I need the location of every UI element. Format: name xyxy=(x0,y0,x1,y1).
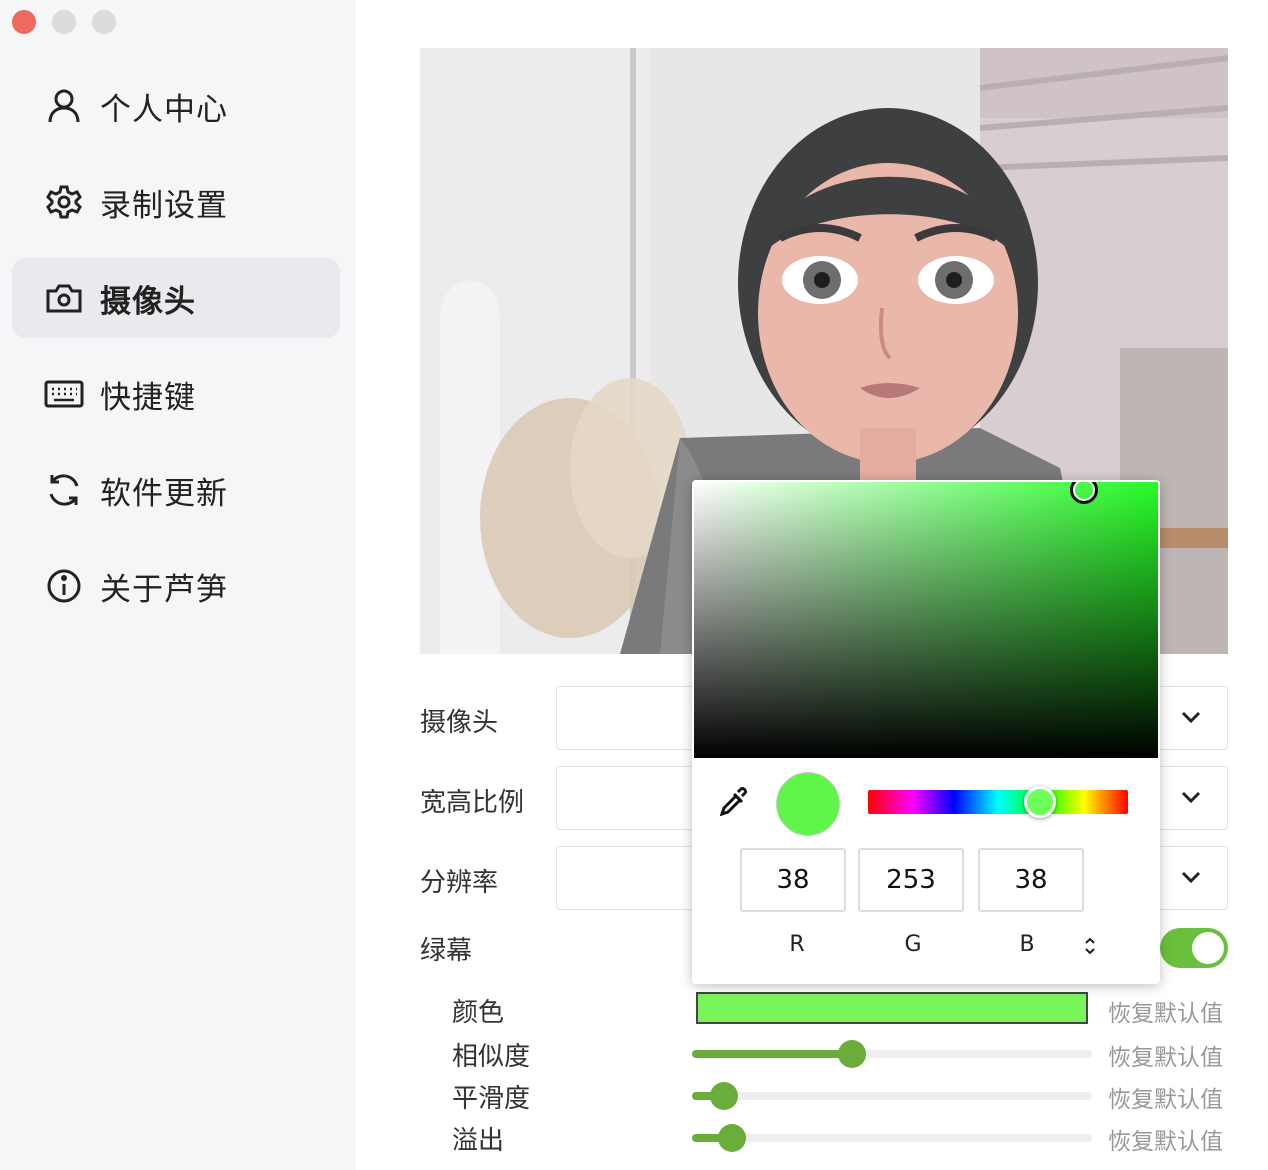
similarity-reset-link[interactable]: 恢复默认值 xyxy=(1108,1038,1223,1072)
keyboard-icon xyxy=(44,374,84,414)
blue-input[interactable]: 38 xyxy=(978,848,1084,912)
sidebar-item-about[interactable]: 关于芦笋 xyxy=(12,546,340,626)
sidebar-item-label: 快捷键 xyxy=(100,379,196,416)
slider-fill xyxy=(692,1050,852,1058)
green-label: G xyxy=(904,932,922,957)
color-picker-popover: 38 253 38 R G B xyxy=(692,480,1160,984)
aspect-ratio-label: 宽高比例 xyxy=(420,788,525,818)
hue-slider-thumb[interactable] xyxy=(1024,786,1056,818)
smoothness-slider[interactable] xyxy=(692,1082,1092,1110)
sidebar-item-shortcuts[interactable]: 快捷键 xyxy=(12,354,340,434)
greenscreen-toggle[interactable] xyxy=(1160,928,1228,968)
sidebar-item-label: 关于芦笋 xyxy=(100,571,228,608)
info-icon xyxy=(44,566,84,606)
spill-slider[interactable] xyxy=(692,1124,1092,1152)
color-reset-link[interactable]: 恢复默认值 xyxy=(1108,994,1223,1028)
spill-label: 溢出 xyxy=(452,1126,505,1156)
value-gradient xyxy=(694,482,1158,758)
minimize-window-button[interactable] xyxy=(52,10,76,34)
switch-format-icon[interactable] xyxy=(1082,936,1098,960)
slider-thumb[interactable] xyxy=(838,1040,866,1068)
blue-label: B xyxy=(1019,932,1035,957)
saturation-value-area[interactable] xyxy=(694,482,1158,758)
green-input[interactable]: 253 xyxy=(858,848,964,912)
camera-label: 摄像头 xyxy=(420,708,499,738)
chevron-down-icon xyxy=(1181,871,1201,884)
gear-icon xyxy=(44,182,84,222)
sidebar-item-profile[interactable]: 个人中心 xyxy=(12,66,340,146)
smoothness-label: 平滑度 xyxy=(452,1084,531,1114)
sidebar-item-software-update[interactable]: 软件更新 xyxy=(12,450,340,530)
red-input[interactable]: 38 xyxy=(740,848,846,912)
resolution-label: 分辨率 xyxy=(420,868,499,898)
sidebar-item-label: 摄像头 xyxy=(100,283,196,320)
similarity-slider[interactable] xyxy=(692,1040,1092,1068)
slider-thumb[interactable] xyxy=(710,1082,738,1110)
spill-reset-link[interactable]: 恢复默认值 xyxy=(1108,1122,1223,1156)
sidebar: 个人中心 录制设置 摄像头 快捷键 软件更新 关于芦笋 xyxy=(0,0,356,1170)
color-label: 颜色 xyxy=(452,998,505,1028)
sidebar-item-recording-settings[interactable]: 录制设置 xyxy=(12,162,340,242)
sidebar-item-label: 软件更新 xyxy=(100,475,228,512)
refresh-icon xyxy=(44,470,84,510)
window-controls xyxy=(12,10,116,34)
current-color-swatch xyxy=(776,772,840,836)
camera-icon xyxy=(44,278,84,318)
hue-slider[interactable] xyxy=(868,790,1128,814)
sidebar-item-camera[interactable]: 摄像头 xyxy=(12,258,340,338)
smoothness-reset-link[interactable]: 恢复默认值 xyxy=(1108,1080,1223,1114)
settings-window: 个人中心 录制设置 摄像头 快捷键 软件更新 关于芦笋 摄像头 宽高比例 分辨率… xyxy=(0,0,1268,1170)
toggle-knob xyxy=(1192,932,1224,964)
eyedropper-icon[interactable] xyxy=(718,786,750,822)
slider-thumb[interactable] xyxy=(718,1124,746,1152)
chevron-down-icon xyxy=(1181,791,1201,804)
sidebar-item-label: 个人中心 xyxy=(100,91,228,128)
chevron-down-icon xyxy=(1181,711,1201,724)
greenscreen-label: 绿幕 xyxy=(420,936,473,966)
close-window-button[interactable] xyxy=(12,10,36,34)
zoom-window-button[interactable] xyxy=(92,10,116,34)
user-icon xyxy=(44,86,84,126)
key-color-swatch[interactable] xyxy=(696,992,1088,1024)
red-label: R xyxy=(789,932,805,957)
sidebar-item-label: 录制设置 xyxy=(100,187,228,224)
similarity-label: 相似度 xyxy=(452,1042,531,1072)
